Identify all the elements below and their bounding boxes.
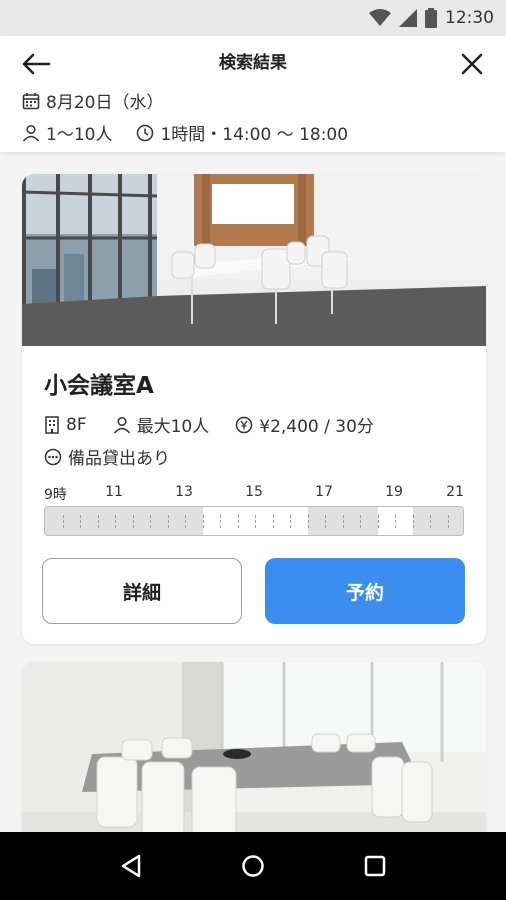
timeline-tick (272, 515, 274, 528)
status-bar: 12:30 (0, 0, 506, 36)
circle-home-icon (242, 855, 264, 877)
page-title: 検索結果 (219, 53, 287, 73)
triangle-back-icon (121, 854, 141, 878)
results-list[interactable]: 小会議室A 8F 最大10人 ¥2,400 / 30分 備品貸出あり 9時 11 1… (0, 152, 506, 832)
timeline-tick (132, 515, 134, 528)
person-icon (113, 416, 130, 433)
room-equipment: 備品貸出あり (44, 444, 170, 469)
room-photo (22, 662, 486, 832)
room-card[interactable] (22, 662, 486, 832)
timeline-tick (150, 515, 151, 528)
timeline-tick (220, 515, 221, 528)
close-button[interactable] (452, 44, 492, 84)
nav-home-button[interactable] (233, 846, 273, 886)
timeline-hour-label: 9時 (44, 487, 67, 503)
timeline-tick (325, 515, 326, 528)
search-date-row[interactable]: 8月20日（水） (22, 88, 163, 113)
timeline-tick (342, 515, 344, 528)
search-duration: 1時間・14:00 〜 18:00 (160, 125, 349, 145)
timeline-tick (62, 515, 64, 528)
close-icon (461, 53, 483, 75)
availability-timeline[interactable] (44, 506, 464, 536)
room-name: 小会議室A (44, 373, 154, 399)
square-recents-icon (364, 855, 386, 877)
room-meta: 8F 最大10人 ¥2,400 / 30分 (44, 412, 374, 437)
timeline-tick (307, 515, 309, 528)
timeline-hour-label: 13 (175, 484, 193, 500)
room-photo (22, 174, 486, 346)
nav-recents-button[interactable] (355, 846, 395, 886)
signal-icon (399, 9, 417, 27)
room-card[interactable]: 小会議室A 8F 最大10人 ¥2,400 / 30分 備品貸出あり 9時 11 1… (22, 174, 486, 644)
yen-icon (236, 416, 253, 433)
timeline-hour-label: 19 (385, 484, 403, 500)
timeline-tick (290, 515, 291, 528)
detail-button[interactable]: 詳細 (42, 558, 242, 624)
timeline-tick (237, 515, 239, 528)
search-conditions-row[interactable]: 1〜10人 1時間・14:00 〜 18:00 (22, 120, 348, 145)
room-floor: 8F (66, 414, 87, 435)
timeline-tick (447, 515, 449, 528)
timeline-tick (185, 515, 186, 528)
timeline-tick (395, 515, 396, 528)
timeline-tick (167, 515, 169, 528)
timeline-hour-label: 11 (105, 484, 123, 500)
room-equipment-text: 備品貸出あり (68, 449, 170, 469)
building-icon (45, 415, 59, 434)
room-price: ¥2,400 / 30分 (259, 417, 374, 437)
timeline-hour-labels: 9時 11 13 15 17 19 21 (44, 484, 464, 503)
timeline-tick (202, 515, 204, 528)
person-icon (22, 124, 40, 141)
room-capacity: 最大10人 (136, 417, 210, 437)
timeline-hour-label: 21 (446, 484, 464, 500)
timeline-tick (255, 515, 256, 528)
search-date: 8月20日（水） (46, 93, 164, 113)
reserve-button[interactable]: 予約 (265, 558, 465, 624)
search-header: 検索結果 8月20日（水） 1〜10人 1時間・14:00 〜 18:00 (0, 36, 506, 152)
wifi-icon (369, 9, 391, 26)
nav-back-button[interactable] (111, 846, 151, 886)
status-time: 12:30 (445, 8, 494, 28)
timeline-tick (377, 515, 379, 528)
timeline-tick (412, 515, 414, 528)
battery-icon (425, 8, 437, 28)
timeline-hour-label: 17 (315, 484, 333, 500)
timeline-tick (360, 515, 361, 528)
timeline-tick (80, 515, 81, 528)
more-circle-icon (44, 448, 62, 465)
search-people: 1〜10人 (46, 125, 113, 145)
timeline-tick (430, 515, 431, 528)
calendar-icon (22, 92, 40, 109)
system-nav-bar (0, 832, 506, 900)
timeline-hour-label: 15 (245, 484, 263, 500)
timeline-tick (97, 515, 99, 528)
timeline-tick (115, 515, 116, 528)
clock-icon (137, 124, 154, 141)
